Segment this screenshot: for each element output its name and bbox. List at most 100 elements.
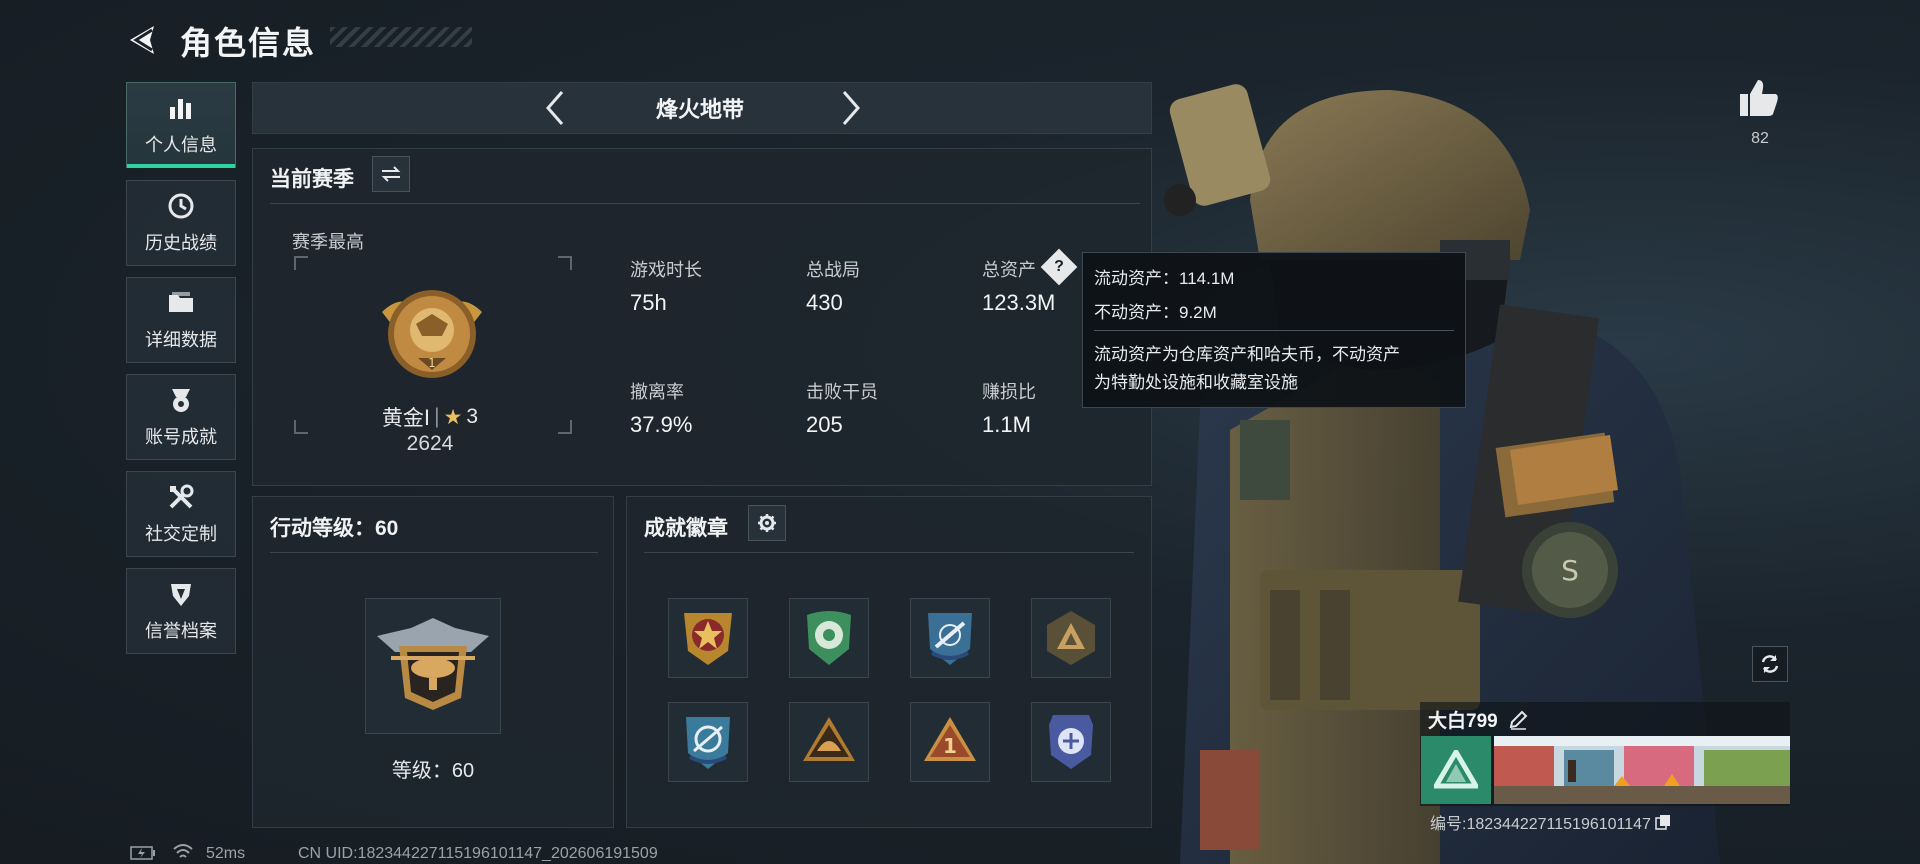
rank-stars: 3 bbox=[466, 405, 479, 428]
helmet-emblem-icon bbox=[803, 717, 855, 761]
badge-slot[interactable] bbox=[1031, 702, 1111, 782]
divider bbox=[270, 203, 1140, 204]
badge-slot[interactable] bbox=[789, 702, 869, 782]
divider bbox=[270, 552, 598, 553]
copy-icon[interactable] bbox=[1655, 814, 1671, 830]
sidebar-item-social-custom[interactable]: 社交定制 bbox=[126, 471, 236, 557]
stat-value-total-assets: 123.3M bbox=[982, 290, 1056, 315]
player-id-row: 编号:1823442271151961011​47 bbox=[1430, 810, 1671, 834]
player-avatar[interactable] bbox=[1421, 736, 1491, 804]
gear-icon bbox=[758, 514, 776, 532]
page-title: 角色信息 bbox=[180, 25, 317, 61]
sidebar-item-label: 账号成就 bbox=[145, 427, 217, 447]
tools-icon bbox=[169, 484, 194, 509]
frame-corner bbox=[558, 420, 572, 434]
sidebar-item-achievements[interactable]: 账号成就 bbox=[126, 374, 236, 460]
helicopter-emblem-icon bbox=[377, 618, 489, 710]
mode-label: 烽火地带 bbox=[655, 97, 744, 122]
action-level-title: 行动等级：60 bbox=[270, 517, 399, 540]
star-icon: ★ bbox=[443, 405, 463, 429]
rotate-button[interactable] bbox=[1752, 646, 1788, 682]
svg-text:1: 1 bbox=[943, 734, 957, 758]
stat-label-profit-ratio: 赚损比 bbox=[982, 382, 1036, 402]
stat-label-play-time: 游戏时长 bbox=[630, 260, 702, 280]
badge-settings-button[interactable] bbox=[748, 505, 786, 541]
badge-slot[interactable] bbox=[789, 598, 869, 678]
number-one-emblem-icon: 1 bbox=[924, 717, 976, 761]
help-icon-glyph: ? bbox=[1054, 258, 1064, 275]
player-name-row: 大白799 bbox=[1428, 706, 1528, 733]
badge-slot[interactable] bbox=[1031, 598, 1111, 678]
back-arrow-icon[interactable] bbox=[122, 20, 162, 60]
sidebar-item-label: 社交定制 bbox=[145, 524, 217, 544]
sidebar-item-credit-file[interactable]: 信誉档案 bbox=[126, 568, 236, 654]
badge-slot[interactable] bbox=[668, 598, 748, 678]
stat-value-profit-ratio: 1.1M bbox=[982, 412, 1031, 437]
svg-text:S: S bbox=[1561, 554, 1579, 587]
header-decoration bbox=[330, 27, 472, 47]
thumbs-up-icon[interactable] bbox=[1738, 78, 1780, 118]
level-text: 等级：60 bbox=[391, 760, 475, 782]
rank-score: 2624 bbox=[406, 432, 454, 455]
frame-corner bbox=[294, 256, 308, 270]
tooltip-liquid-assets: 流动资产：114.1M bbox=[1094, 269, 1235, 288]
tooltip-desc-line2: 为特勤处设施和收藏室设施 bbox=[1094, 373, 1298, 392]
sidebar-item-history[interactable]: 历史战绩 bbox=[126, 180, 236, 266]
rotate-icon bbox=[1761, 655, 1779, 673]
battery-icon bbox=[130, 846, 155, 860]
stat-label-extraction-rate: 撤离率 bbox=[630, 382, 684, 402]
uid-text: CN UID:1823442271151961011​47_2026061915… bbox=[298, 845, 658, 862]
ping-value: 52ms bbox=[206, 845, 246, 862]
tooltip-desc-line1: 流动资产为仓库资产和哈夫币，不动资产 bbox=[1094, 345, 1400, 364]
triangle-logo-icon bbox=[1434, 750, 1478, 789]
sidebar-item-label: 个人信息 bbox=[145, 135, 217, 155]
sidebar-item-label: 历史战绩 bbox=[145, 233, 217, 253]
sidebar-item-detailed-data[interactable]: 详细数据 bbox=[126, 277, 236, 363]
rank-name-row: 黄金Ⅰ | ★ 3 bbox=[380, 402, 480, 432]
divider bbox=[644, 552, 1134, 553]
sidebar-item-label: 详细数据 bbox=[145, 330, 217, 350]
bar-chart-icon bbox=[170, 99, 191, 119]
stat-label-kills: 击败干员 bbox=[806, 382, 878, 402]
tooltip-divider bbox=[1094, 330, 1454, 331]
player-id: 编号:1823442271151961011​47 bbox=[1430, 816, 1651, 833]
stat-label-total-matches: 总战局 bbox=[806, 260, 860, 280]
chevron-left-icon[interactable] bbox=[540, 88, 570, 128]
frame-corner bbox=[294, 420, 308, 434]
rifle-emblem-icon bbox=[928, 613, 972, 665]
triangle-emblem-icon bbox=[1047, 611, 1095, 665]
rank-name: 黄金Ⅰ bbox=[381, 407, 431, 430]
stat-value-kills: 205 bbox=[806, 412, 843, 437]
flower-emblem-icon bbox=[807, 611, 851, 665]
edit-pencil-icon[interactable] bbox=[1508, 710, 1528, 730]
badge-slot[interactable]: 1 bbox=[910, 702, 990, 782]
badge-slot[interactable] bbox=[668, 702, 748, 782]
wifi-icon bbox=[173, 844, 193, 858]
sidebar-item-personal-info[interactable]: 个人信息 bbox=[126, 82, 236, 168]
profile-banner-image bbox=[1494, 736, 1790, 804]
badge-slot[interactable] bbox=[910, 598, 990, 678]
season-best-label: 赛季最高 bbox=[292, 232, 364, 252]
badges-title: 成就徽章 bbox=[644, 517, 728, 540]
swap-icon bbox=[381, 166, 401, 182]
stat-value-extraction-rate: 37.9% bbox=[630, 412, 693, 437]
star-emblem-icon bbox=[684, 613, 732, 665]
eagle-emblem-icon bbox=[1049, 715, 1093, 769]
shield-icon bbox=[171, 584, 191, 606]
season-title: 当前赛季 bbox=[270, 168, 354, 191]
swap-season-button[interactable] bbox=[372, 156, 410, 192]
folder-icon bbox=[169, 292, 193, 312]
rank-separator: | bbox=[434, 405, 440, 428]
frame-corner bbox=[558, 256, 572, 270]
chevron-right-icon[interactable] bbox=[836, 88, 866, 128]
rank-emblem-icon: 1 bbox=[382, 290, 482, 378]
tooltip-fixed-assets: 不动资产：9.2M bbox=[1094, 303, 1217, 322]
player-name: 大白799 bbox=[1428, 711, 1498, 732]
like-count: 82 bbox=[1751, 130, 1769, 147]
stat-value-play-time: 75h bbox=[630, 290, 667, 315]
crosshair-emblem-icon bbox=[686, 717, 730, 769]
sidebar-item-label: 信誉档案 bbox=[145, 621, 217, 641]
medal-icon bbox=[172, 389, 190, 412]
rank-emblem-number: 1 bbox=[428, 356, 436, 370]
stat-value-total-matches: 430 bbox=[806, 290, 843, 315]
